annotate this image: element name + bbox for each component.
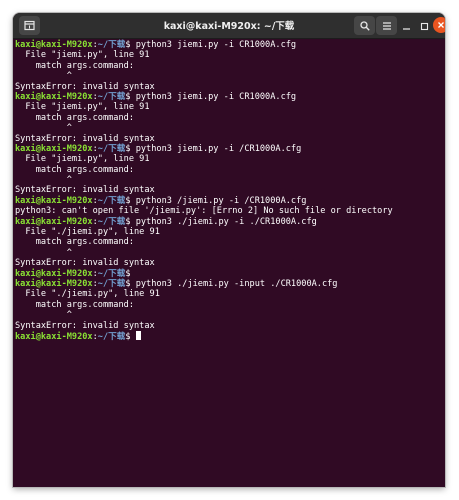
prompt-symbol: $ — [125, 40, 136, 50]
output-line: ^ — [15, 123, 72, 134]
prompt-path: ~/下载 — [97, 40, 126, 50]
output-line: match args.command: — [15, 299, 134, 310]
prompt-symbol: $ — [125, 268, 136, 279]
prompt-line: kaxi@kaxi-M920x:~/下载$ python3 jiemi.py -… — [15, 144, 445, 154]
command-text: python3 /jiemi.py -i /CR1000A.cfg — [135, 195, 307, 206]
command-text: python3 jiemi.py -i /CR1000A.cfg — [135, 143, 302, 154]
output-line: File "jiemi.py", line 91 — [15, 102, 150, 113]
close-icon — [438, 22, 444, 28]
hamburger-menu-icon — [382, 21, 391, 30]
prompt-path: ~/下载 — [97, 268, 126, 279]
output-line: File "jiemi.py", line 91 — [15, 50, 150, 61]
menu-button[interactable] — [376, 16, 397, 35]
prompt-path: ~/下载 — [97, 278, 126, 289]
prompt-user: kaxi@kaxi-M920x — [15, 40, 93, 50]
output-line: python3: can't open file '/jiemi.py': [E… — [15, 206, 393, 217]
output-line: SyntaxError: invalid syntax — [15, 185, 155, 196]
prompt-user: kaxi@kaxi-M920x — [15, 91, 93, 102]
prompt-symbol: $ — [125, 143, 136, 154]
output-line: File "jiemi.py", line 91 — [15, 154, 150, 165]
prompt-symbol: $ — [125, 195, 136, 206]
prompt-user: kaxi@kaxi-M920x — [15, 195, 93, 206]
minimize-button[interactable] — [398, 17, 415, 36]
prompt-symbol: $ — [125, 216, 136, 227]
maximize-button[interactable] — [416, 17, 433, 36]
prompt-symbol: $ — [125, 331, 136, 342]
terminal-window: kaxi@kaxi-M920x: ~/下载 kaxi@kaxi-M920x:~/… — [13, 13, 445, 487]
output-line: match args.command: — [15, 112, 134, 123]
command-text: python3 jiemi.py -i CR1000A.cfg — [135, 91, 297, 102]
prompt-symbol: $ — [125, 278, 136, 289]
output-line: match args.command: — [15, 60, 134, 71]
output-line: ^ — [15, 310, 72, 321]
output-line: File "./jiemi.py", line 91 — [15, 227, 160, 238]
prompt-line: kaxi@kaxi-M920x:~/下载$ python3 ./jiemi.py… — [15, 279, 445, 289]
output-line: ^ — [15, 247, 72, 258]
output-line: ^ — [15, 71, 72, 82]
search-button[interactable] — [354, 16, 375, 35]
minimize-icon — [403, 28, 410, 30]
output-line: File "./jiemi.py", line 91 — [15, 289, 160, 300]
prompt-user: kaxi@kaxi-M920x — [15, 143, 93, 154]
prompt-line: kaxi@kaxi-M920x:~/下载$ python3 jiemi.py -… — [15, 40, 445, 50]
prompt-line: kaxi@kaxi-M920x:~/下载$ — [15, 330, 445, 342]
command-text: python3 jiemi.py -i CR1000A.cfg — [135, 40, 297, 50]
command-text: python3 ./jiemi.py -input ./CR1000A.cfg — [135, 278, 338, 289]
prompt-user: kaxi@kaxi-M920x — [15, 216, 93, 227]
output-line: ^ — [15, 175, 72, 186]
output-line: SyntaxError: invalid syntax — [15, 320, 155, 331]
prompt-symbol: $ — [125, 91, 136, 102]
prompt-line: kaxi@kaxi-M920x:~/下载$ python3 /jiemi.py … — [15, 196, 445, 206]
close-button[interactable] — [433, 17, 445, 33]
text-cursor — [135, 330, 141, 340]
output-line: SyntaxError: invalid syntax — [15, 258, 155, 269]
prompt-line: kaxi@kaxi-M920x:~/下载$ python3 jiemi.py -… — [15, 92, 445, 102]
output-line: match args.command: — [15, 164, 134, 175]
prompt-path: ~/下载 — [97, 331, 126, 342]
prompt-user: kaxi@kaxi-M920x — [15, 331, 93, 342]
prompt-user: kaxi@kaxi-M920x — [15, 268, 93, 279]
prompt-path: ~/下载 — [97, 195, 126, 206]
prompt-line: kaxi@kaxi-M920x:~/下载$ python3 ./jiemi.py… — [15, 217, 445, 227]
output-line: match args.command: — [15, 237, 134, 248]
prompt-line: kaxi@kaxi-M920x:~/下载$ — [15, 269, 445, 279]
terminal-output[interactable]: kaxi@kaxi-M920x:~/下载$ python3 jiemi.py -… — [13, 39, 445, 342]
maximize-icon — [420, 22, 429, 31]
title-bar[interactable]: kaxi@kaxi-M920x: ~/下载 — [13, 13, 445, 39]
command-text: python3 ./jiemi.py -i ./CR1000A.cfg — [135, 216, 317, 227]
prompt-path: ~/下载 — [97, 143, 126, 154]
prompt-path: ~/下载 — [97, 216, 126, 227]
search-icon — [359, 20, 370, 31]
output-line: SyntaxError: invalid syntax — [15, 81, 155, 92]
output-line: SyntaxError: invalid syntax — [15, 133, 155, 144]
prompt-path: ~/下载 — [97, 91, 126, 102]
prompt-user: kaxi@kaxi-M920x — [15, 278, 93, 289]
